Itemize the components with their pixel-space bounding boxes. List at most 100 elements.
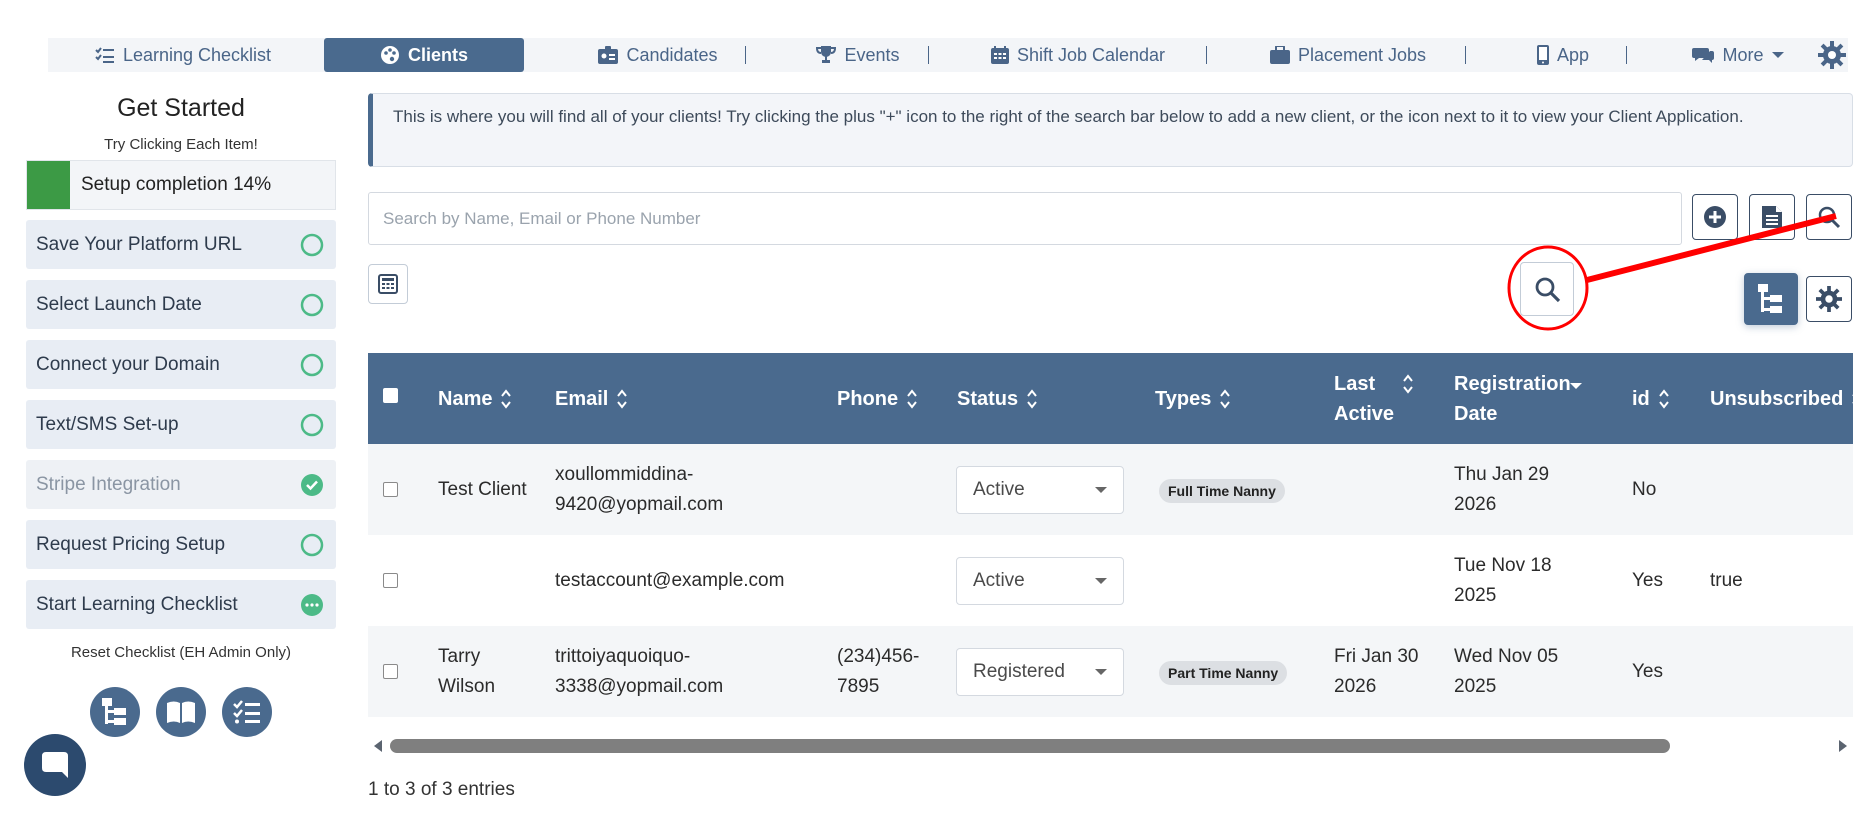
- export-table-button[interactable]: [368, 264, 408, 304]
- checklist-item-label: Text/SMS Set-up: [36, 413, 179, 435]
- column-header-unsubscribed[interactable]: Unsubscribed: [1710, 353, 1853, 444]
- column-header-last-active[interactable]: Last Active: [1334, 353, 1444, 444]
- tab-label: Learning Checklist: [122, 44, 272, 65]
- gear-icon: [1818, 41, 1846, 69]
- checklist-item-select-launch-date[interactable]: Select Launch Date: [26, 280, 336, 329]
- table-row[interactable]: Test Client xoullommiddina-9420@yopmail.…: [368, 444, 1853, 535]
- setup-progress-bar: Setup completion 14%: [26, 160, 336, 210]
- status-select[interactable]: Registered: [956, 648, 1124, 696]
- chevron-down-icon: [1095, 578, 1107, 584]
- chevron-down-icon: [1095, 669, 1107, 675]
- circle-outline-icon: [300, 353, 324, 376]
- cell-registration-date: Thu Jan 29 2026: [1454, 463, 1550, 515]
- search-button[interactable]: [1806, 194, 1852, 240]
- checklist-item-start-learning-checklist[interactable]: Start Learning Checklist: [26, 580, 336, 629]
- tab-label: Placement Jobs: [1297, 44, 1427, 65]
- sort-icon: [906, 388, 918, 410]
- table-row[interactable]: testaccount@example.com Active Tue Nov 1…: [368, 535, 1853, 626]
- cell-id: No: [1632, 478, 1657, 500]
- sitemap-button[interactable]: [90, 687, 140, 737]
- column-header-email[interactable]: Email: [555, 353, 628, 444]
- column-header-registration-date[interactable]: Registration Date: [1454, 353, 1604, 444]
- select-all-checkbox[interactable]: [383, 388, 398, 403]
- cell-email: testaccount@example.com: [555, 569, 785, 591]
- progress-fill: [27, 161, 71, 209]
- scrollbar-thumb[interactable]: [390, 739, 1670, 753]
- status-select[interactable]: Active: [956, 557, 1124, 605]
- comments-icon: [1692, 48, 1715, 63]
- circle-outline-icon: [300, 233, 324, 256]
- learning-checklist-button[interactable]: [222, 687, 272, 737]
- search-icon: [1818, 206, 1841, 229]
- sort-icon: [1219, 388, 1231, 410]
- top-navigation: Learning Checklist Clients Candidates Ev…: [48, 38, 1848, 72]
- tab-learning-checklist[interactable]: Learning Checklist: [48, 38, 318, 72]
- cell-unsubscribed: true: [1710, 569, 1743, 591]
- check-circle-icon: [301, 473, 323, 496]
- chat-button[interactable]: [24, 734, 86, 796]
- tab-candidates[interactable]: Candidates: [568, 38, 748, 72]
- sort-icon: [1402, 373, 1414, 395]
- column-header-types[interactable]: Types: [1155, 353, 1231, 444]
- client-application-button[interactable]: [1749, 194, 1795, 240]
- row-checkbox[interactable]: [383, 482, 398, 497]
- trophy-icon: [816, 46, 837, 63]
- tab-label: Candidates: [626, 44, 718, 65]
- tab-placement-jobs[interactable]: Placement Jobs: [1248, 38, 1448, 72]
- column-header-status[interactable]: Status: [957, 353, 1038, 444]
- column-header-id[interactable]: id: [1632, 353, 1670, 444]
- advanced-search-button[interactable]: [1520, 262, 1574, 316]
- checklist-item-connect-domain[interactable]: Connect your Domain: [26, 340, 336, 389]
- column-layout-button[interactable]: [1744, 273, 1798, 325]
- tab-more[interactable]: More: [1668, 38, 1808, 72]
- sidebar-title: Get Started: [117, 94, 245, 122]
- search-icon: [1535, 277, 1561, 303]
- sitemap-icon: [102, 698, 126, 725]
- briefcase-icon: [1269, 46, 1290, 64]
- checklist-item-text-sms-setup[interactable]: Text/SMS Set-up: [26, 400, 336, 449]
- scroll-right-arrow-icon[interactable]: [1839, 740, 1847, 752]
- calendar-icon: [990, 46, 1009, 64]
- row-checkbox[interactable]: [383, 573, 398, 588]
- sort-icon: [1026, 388, 1038, 410]
- sort-icon: [500, 388, 512, 410]
- circle-outline-icon: [300, 533, 324, 556]
- column-header-name[interactable]: Name: [438, 353, 512, 444]
- sort-icon: [1851, 388, 1853, 410]
- chat-bubble-icon: [42, 752, 68, 778]
- status-value: Registered: [973, 661, 1065, 682]
- type-badge: Part Time Nanny: [1159, 661, 1288, 685]
- column-header-phone[interactable]: Phone: [837, 353, 918, 444]
- tab-app[interactable]: App: [1508, 38, 1618, 72]
- tab-events[interactable]: Events: [788, 38, 928, 72]
- client-search-input[interactable]: [368, 192, 1682, 245]
- checklist-item-stripe-integration[interactable]: Stripe Integration: [26, 460, 336, 509]
- nav-separator: [1206, 46, 1207, 64]
- status-select[interactable]: Active: [956, 466, 1124, 514]
- row-checkbox[interactable]: [383, 664, 398, 679]
- scroll-left-arrow-icon[interactable]: [374, 740, 382, 752]
- table-row[interactable]: Tarry Wilson trittoiyaquoiquo-3338@yopma…: [368, 626, 1853, 717]
- tab-shift-job-calendar[interactable]: Shift Job Calendar: [968, 38, 1188, 72]
- ellipsis-circle-icon: [301, 593, 323, 616]
- mobile-icon: [1536, 45, 1549, 65]
- horizontal-scrollbar[interactable]: [368, 736, 1853, 756]
- guide-book-button[interactable]: [156, 687, 206, 737]
- cell-registration-date: Tue Nov 18 2025: [1454, 554, 1552, 606]
- cell-name[interactable]: Tarry Wilson: [438, 626, 538, 717]
- checklist-icon: [95, 47, 114, 63]
- cell-name[interactable]: [438, 535, 538, 626]
- cell-last-active: Fri Jan 30 2026: [1334, 645, 1419, 697]
- cell-name[interactable]: Test Client: [438, 444, 538, 535]
- table-settings-button[interactable]: [1806, 276, 1852, 322]
- clients-info-callout: This is where you will find all of your …: [368, 93, 1853, 167]
- reset-checklist-link[interactable]: Reset Checklist (EH Admin Only): [26, 644, 336, 661]
- sidebar-quick-links: [90, 687, 272, 737]
- add-client-button[interactable]: [1692, 194, 1738, 240]
- settings-gear-button[interactable]: [1818, 41, 1846, 74]
- gear-icon: [1816, 286, 1842, 312]
- tab-clients[interactable]: Clients: [324, 38, 524, 72]
- checklist-item-request-pricing-setup[interactable]: Request Pricing Setup: [26, 520, 336, 569]
- status-value: Active: [973, 570, 1025, 591]
- checklist-item-save-platform-url[interactable]: Save Your Platform URL: [26, 220, 336, 269]
